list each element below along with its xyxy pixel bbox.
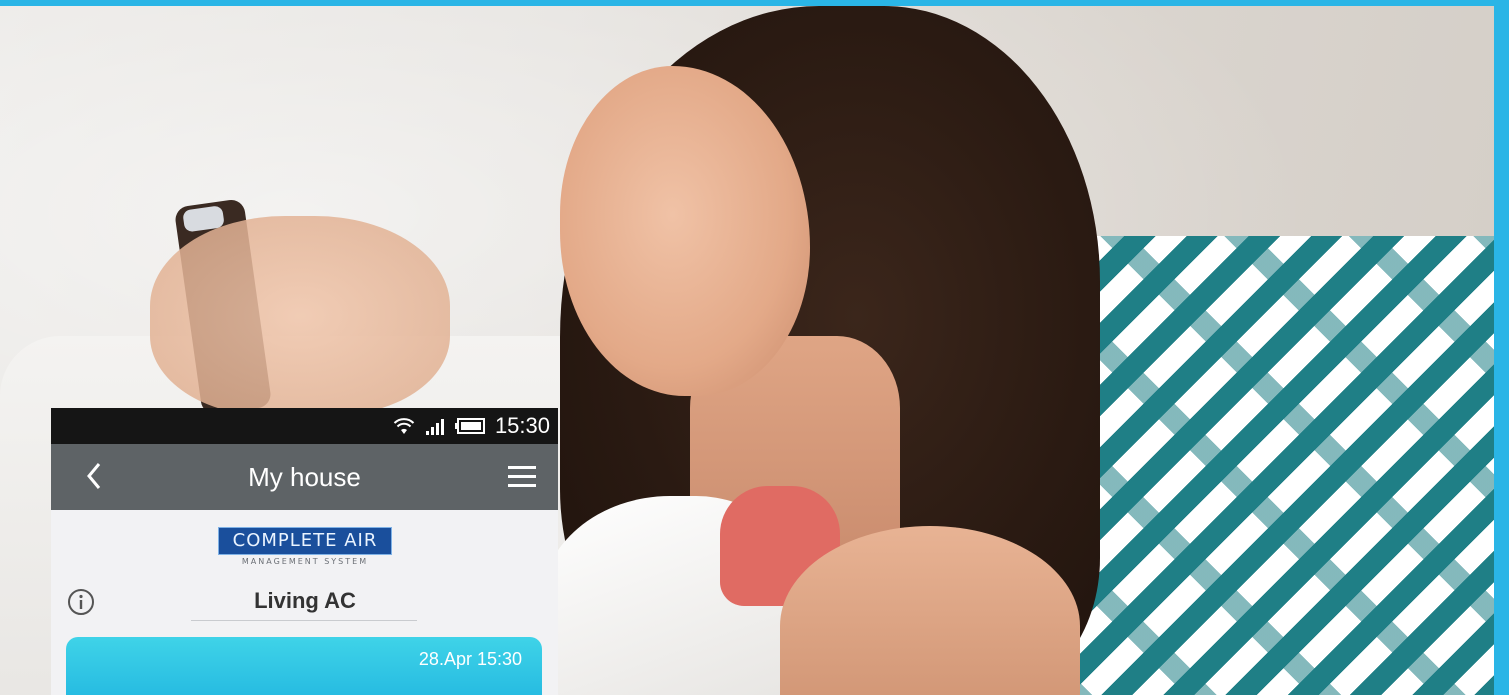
battery-icon: [454, 418, 485, 434]
nav-bar: My house: [51, 444, 558, 510]
status-time: 15:30: [494, 413, 550, 438]
info-icon: [68, 589, 94, 615]
logo-main-text: COMPLETE AIR: [218, 527, 392, 555]
device-name-underline: [191, 620, 417, 621]
logo-subtitle: MANAGEMENT SYSTEM: [241, 557, 369, 566]
status-bar: 15:30: [51, 408, 558, 444]
card-timestamp: 28.Apr 15:30: [418, 649, 522, 669]
signal-icon: [425, 417, 445, 435]
info-button[interactable]: [67, 588, 95, 616]
phone-app-screen: 15:30 My house COMPLETE AIR MANAGEMENT S…: [51, 408, 558, 695]
back-button[interactable]: [77, 458, 113, 494]
status-card[interactable]: 28.Apr 15:30: [66, 637, 542, 695]
menu-button[interactable]: [508, 464, 536, 490]
hamburger-menu-icon: [508, 466, 536, 487]
wifi-icon: [393, 417, 415, 435]
chevron-left-icon: [87, 463, 101, 489]
page-title: My house: [248, 461, 361, 492]
complete-air-logo: COMPLETE AIR MANAGEMENT SYSTEM: [218, 527, 392, 569]
woman-hand: [150, 216, 450, 416]
device-name[interactable]: Living AC: [191, 588, 419, 614]
